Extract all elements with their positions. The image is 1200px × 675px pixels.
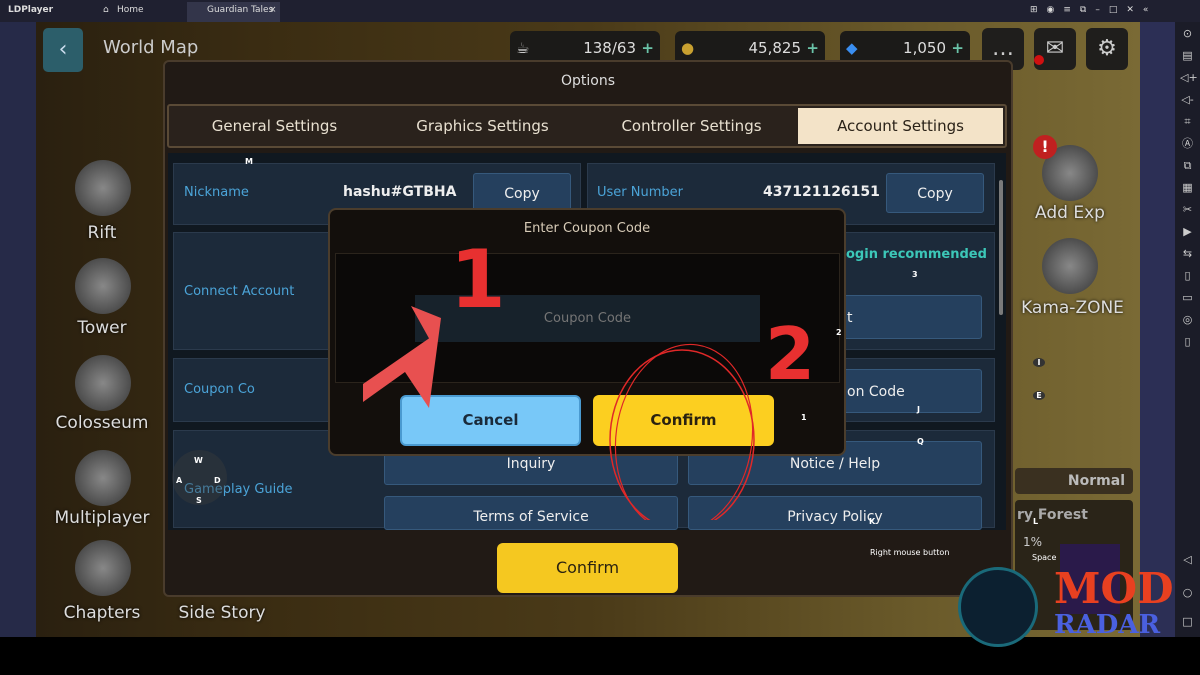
key-e: E [1033, 391, 1045, 400]
notification-dot [1034, 55, 1044, 65]
login-recommended-text: ogin recommended [846, 247, 987, 262]
key-right-mouse: Right mouse button [870, 548, 950, 557]
window-controls[interactable]: ⊞◉≡⧉–□✕« [1030, 5, 1157, 15]
multi-instance-icon[interactable]: ⧉ [1180, 158, 1195, 173]
tower-icon[interactable] [75, 258, 131, 314]
page-title: World Map [103, 37, 199, 58]
macro-icon[interactable]: Ⓐ [1180, 136, 1195, 151]
kama-zone-icon[interactable] [1042, 238, 1098, 294]
rotate-icon[interactable]: ▯ [1180, 334, 1195, 349]
right-strip [1140, 22, 1175, 637]
key-i: I [1033, 358, 1045, 367]
user-number-value: 437121126151 [763, 184, 880, 200]
menu-add-exp[interactable]: Add Exp [1015, 203, 1125, 223]
step-2-label: 2 [765, 312, 816, 396]
alert-icon: ! [1033, 135, 1057, 159]
emulator-titlebar: LDPlayer ⌂ Home Guardian Tales × ⊞◉≡⧉–□✕… [0, 0, 1200, 22]
tab-home[interactable]: Home [117, 5, 144, 15]
record-icon[interactable]: ▶ [1180, 224, 1195, 239]
nickname-value: hashu#GTBHA [343, 184, 457, 200]
gem-value: 1,050 [903, 39, 946, 57]
gear-icon[interactable]: ⚙ [1086, 28, 1128, 70]
chapters-icon[interactable] [75, 540, 131, 596]
key-3: 3 [912, 270, 918, 279]
watermark-radar: RADAR [1054, 610, 1161, 640]
copy-user-number-button[interactable]: Copy [886, 173, 984, 213]
key-q: Q [917, 437, 924, 446]
tab-graphics-settings[interactable]: Graphics Settings [380, 106, 585, 146]
menu-chapters[interactable]: Chapters [47, 603, 157, 623]
tab-account-settings[interactable]: Account Settings [798, 108, 1003, 144]
menu-rift[interactable]: Rift [47, 223, 157, 243]
copy-nickname-button[interactable]: Copy [473, 173, 571, 213]
stage-progress: 1% [1023, 535, 1043, 549]
key-l: L [1033, 517, 1039, 526]
volume-down-icon[interactable]: ◁- [1180, 92, 1195, 107]
menu-colosseum[interactable]: Colosseum [47, 413, 157, 433]
arrow-icon [363, 306, 441, 408]
home-icon: ⌂ [103, 5, 109, 15]
menu-multiplayer[interactable]: Multiplayer [47, 508, 157, 528]
volume-up-icon[interactable]: ◁+ [1180, 70, 1198, 85]
circle-annotation-icon [609, 349, 755, 520]
colosseum-icon[interactable] [75, 355, 131, 411]
recents-icon[interactable]: □ [1180, 614, 1195, 629]
keyboard-icon[interactable]: ▤ [1180, 48, 1195, 63]
scissors-icon[interactable]: ✂ [1180, 202, 1195, 217]
key-d: D [214, 476, 221, 485]
multiplayer-icon[interactable] [75, 450, 131, 506]
options-confirm-button[interactable]: Confirm [497, 543, 678, 593]
key-m: M [245, 157, 253, 166]
folder-icon[interactable]: ▭ [1180, 290, 1195, 305]
dialog-title: Enter Coupon Code [523, 221, 651, 236]
tab-general-settings[interactable]: General Settings [172, 106, 377, 146]
back-button[interactable]: ‹ [43, 28, 83, 72]
location-icon[interactable]: ◎ [1180, 312, 1195, 327]
tab-label: Guardian Tales [207, 5, 274, 15]
connect-account-label: Connect Account [184, 284, 295, 299]
scrollbar[interactable] [999, 180, 1003, 315]
tab-guardian-tales[interactable]: Guardian Tales × [187, 2, 280, 22]
apk-icon[interactable]: ▦ [1180, 180, 1195, 195]
key-j: J [917, 405, 920, 414]
back-icon[interactable]: ◁ [1180, 552, 1195, 567]
modradar-logo [958, 567, 1038, 647]
coupon-label: Coupon Co [184, 382, 255, 397]
user-number-label: User Number [597, 185, 683, 200]
emulator-sidebar: ⊙ ▤ ◁+ ◁- ⌗ Ⓐ ⧉ ▦ ✂ ▶ ⇆ ▯ ▭ ◎ ▯ ◁ ○ □ [1175, 22, 1200, 637]
difficulty-label[interactable]: Normal [1015, 468, 1133, 494]
key-2: 2 [836, 328, 842, 337]
sync-icon[interactable]: ⇆ [1180, 246, 1195, 261]
left-strip [0, 22, 36, 637]
options-title: Options [560, 73, 616, 89]
ldplayer-logo: LDPlayer [8, 5, 54, 15]
menu-tower[interactable]: Tower [47, 318, 157, 338]
key-a: A [176, 476, 183, 485]
step-1-label: 1 [450, 233, 506, 326]
gold-value: 45,825 [748, 39, 802, 57]
key-space: Space [1032, 553, 1057, 562]
key-w: W [194, 456, 203, 465]
key-1: 1 [801, 413, 807, 422]
stamina-value: 138/63 [583, 39, 636, 57]
key-s: S [196, 496, 202, 505]
nickname-label: Nickname [184, 185, 249, 200]
screenshot-icon[interactable]: ⌗ [1180, 114, 1195, 129]
shake-icon[interactable]: ▯ [1180, 268, 1195, 283]
key-k: K [869, 517, 876, 526]
watermark-mod: MOD [1054, 564, 1174, 613]
menu-side-story[interactable]: Side Story [167, 603, 277, 623]
tab-controller-settings[interactable]: Controller Settings [589, 106, 794, 146]
annotation-overlay [363, 306, 755, 520]
settings-icon[interactable]: ⊙ [1180, 26, 1195, 41]
menu-kama-zone[interactable]: Kama-ZONE [1015, 298, 1130, 318]
rift-icon[interactable] [75, 160, 131, 216]
close-tab-icon[interactable]: × [269, 5, 277, 15]
home-nav-icon[interactable]: ○ [1180, 585, 1195, 600]
stage-name: ry Forest [1017, 507, 1088, 523]
